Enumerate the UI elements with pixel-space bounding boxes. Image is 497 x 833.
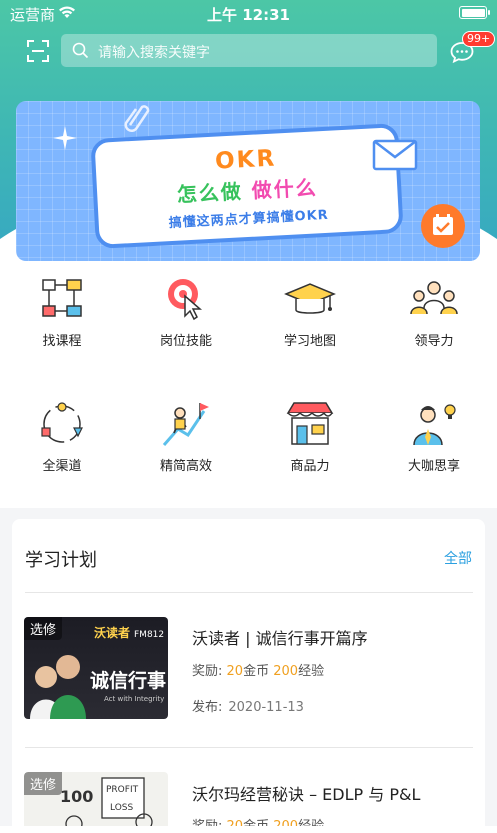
- quick-link-label: 全渠道: [42, 459, 82, 474]
- section-title: 学习计划: [25, 550, 97, 571]
- thumb-code: FM812: [134, 630, 164, 640]
- quick-link-label: 找课程: [42, 334, 82, 349]
- quick-link-merchandise[interactable]: 商品力: [248, 399, 372, 474]
- search-placeholder: 请输入搜索关键字: [98, 45, 210, 61]
- thumb-brand: 沃读者: [94, 625, 130, 640]
- click-target-icon: [168, 279, 203, 321]
- banner-line-a: 怎么做: [176, 179, 244, 207]
- banner-line-b: 做什么: [251, 175, 319, 203]
- course-title: 沃读者 | 诚信行事开篇序: [192, 629, 368, 648]
- store-icon: [286, 402, 334, 445]
- okr-board: OKR 怎么做 做什么 搞懂这两点才算搞懂OKR: [90, 123, 404, 249]
- course-reward: 奖励: 20金币 200经验: [192, 664, 325, 679]
- flowchart-icon: [42, 279, 82, 317]
- quick-link-label: 商品力: [290, 459, 330, 474]
- status-bar: 运营商 上午 12:31: [0, 0, 497, 26]
- quick-link-job-skills[interactable]: 岗位技能: [124, 274, 248, 349]
- scan-icon[interactable]: [27, 40, 49, 62]
- thumb-subtitle: Act with Integrity: [104, 695, 164, 703]
- clock: 上午 12:31: [207, 6, 290, 24]
- calendar-icon: [421, 204, 465, 248]
- learning-plan-card: 学习计划 全部 沃读者 FM812 诚信行事 Act with Integrit…: [12, 519, 485, 833]
- bottom-tab-bar[interactable]: [0, 826, 497, 833]
- graduation-cap-icon: [284, 283, 336, 314]
- elective-tag: 选修: [24, 772, 63, 795]
- climbing-flag-icon: [162, 403, 209, 446]
- course-publish-date: 发布: 2020-11-13: [192, 700, 304, 715]
- divider: [25, 592, 473, 593]
- quick-link-leadership[interactable]: 领导力: [372, 274, 496, 349]
- sparkle-icon: [53, 126, 77, 150]
- divider: [25, 747, 473, 748]
- paperclip-icon: [124, 105, 150, 132]
- quick-link-omnichannel[interactable]: 全渠道: [0, 399, 124, 474]
- thumb-profit: PROFIT: [106, 785, 139, 795]
- search-icon: [72, 42, 89, 59]
- search-input[interactable]: 请输入搜索关键字: [61, 34, 437, 67]
- quick-link-lean[interactable]: 精简高效: [124, 399, 248, 474]
- okr-banner[interactable]: OKR 怎么做 做什么 搞懂这两点才算搞懂OKR: [16, 101, 480, 261]
- quick-link-label: 精简高效: [159, 459, 212, 474]
- speaker-idea-icon: [413, 404, 456, 446]
- elective-tag: 选修: [24, 617, 63, 640]
- message-badge: 99+: [462, 31, 496, 47]
- thumb-number: 100: [60, 787, 93, 806]
- battery-icon: [459, 6, 490, 19]
- quick-link-learning-map[interactable]: 学习地图: [248, 274, 372, 349]
- course-title: 沃尔玛经营秘诀 – EDLP 与 P&L: [192, 785, 421, 804]
- team-leader-icon: [410, 281, 458, 315]
- course-thumbnail: 沃读者 FM812 诚信行事 Act with Integrity 选修: [24, 617, 168, 719]
- quick-link-label: 大咖思享: [407, 459, 460, 474]
- quick-link-expert-share[interactable]: 大咖思享: [372, 399, 496, 474]
- quick-link-label: 岗位技能: [159, 334, 212, 349]
- channel-cycle-icon: [41, 402, 83, 443]
- quick-link-find-course[interactable]: 找课程: [0, 274, 124, 349]
- thumb-loss: LOSS: [110, 803, 133, 813]
- quick-link-label: 领导力: [414, 334, 454, 349]
- thumb-headline: 诚信行事: [90, 669, 166, 692]
- quick-links-grid: 找课程 岗位技能 学习地图 领导力 全渠道 精简高效 商品力 大咖思享: [0, 262, 497, 508]
- view-all-link[interactable]: 全部: [444, 548, 472, 568]
- quick-link-label: 学习地图: [283, 334, 336, 349]
- envelope-icon: [372, 139, 418, 171]
- course-thumbnail: 100 PROFIT LOSS 选修: [24, 772, 168, 833]
